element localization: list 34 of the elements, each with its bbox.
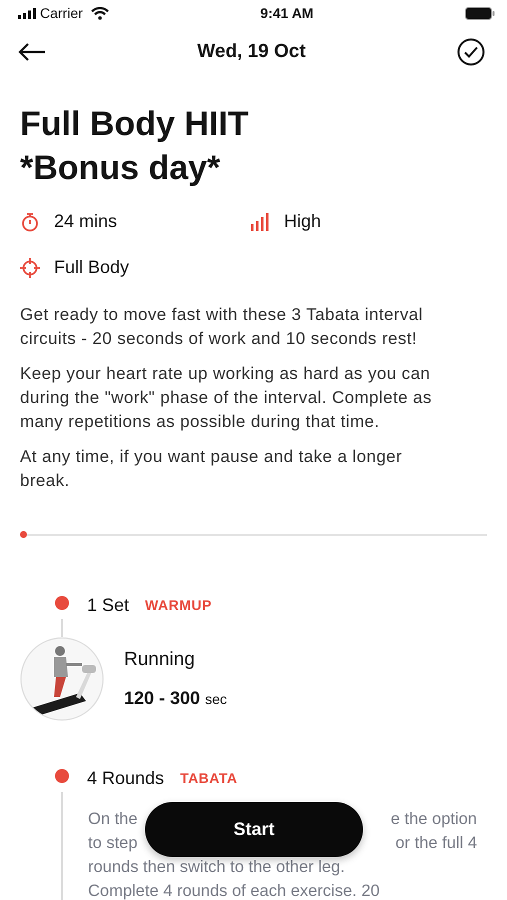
workout-title: Full Body HIIT [20,104,250,145]
stopwatch-icon [20,212,40,232]
step-tag: TABATA [180,768,238,789]
battery-icon [464,6,495,20]
workout-title: *Bonus day* [20,148,222,189]
step-tag: WARMUP [145,595,212,616]
timeline-dot [55,596,69,610]
back-arrow-icon[interactable] [18,42,46,62]
step-description-text: or the full 4 [395,833,477,854]
step-description-text: On the [88,809,138,830]
carrier-name: Carrier [40,4,83,22]
meta-label: 24 mins [54,210,118,233]
description-paragraph: Keep your heart rate up working as hard as you can during the "work" phase of the interval. Complete as many repetitions as possible during that time. [20,363,433,433]
step-description-text: rounds then switch to the other leg. [88,857,345,878]
step-count: 4 Rounds [87,767,164,790]
status-time: 9:41 AM [260,4,314,22]
meta-label: Full Body [54,256,130,279]
wifi-icon [90,6,109,20]
step-description-text: Complete 4 rounds of each exercise. 20 [88,881,380,900]
timeline-dot [55,769,69,783]
header-date: Wed, 19 Oct [197,40,306,64]
exercise-name: Running [124,648,196,672]
description-paragraph: At any time, if you want pause and take a longer break. [20,446,404,492]
target-icon [20,258,40,278]
step-description-text: e the option [390,809,477,830]
meta-label: High [284,210,322,233]
step-description-text: to step [88,833,138,854]
step-count: 1 Set [87,594,130,617]
description-paragraph: Get ready to move fast with these 3 Tabata interval circuits - 20 seconds of work and 10 seconds rest! [20,304,424,350]
intensity-bars-icon [250,212,270,230]
check-circle-icon[interactable] [457,38,485,66]
exercise-duration: 120 - 300 sec [124,686,227,710]
signal-icon [18,8,36,18]
start-button[interactable]: Start [145,802,363,857]
